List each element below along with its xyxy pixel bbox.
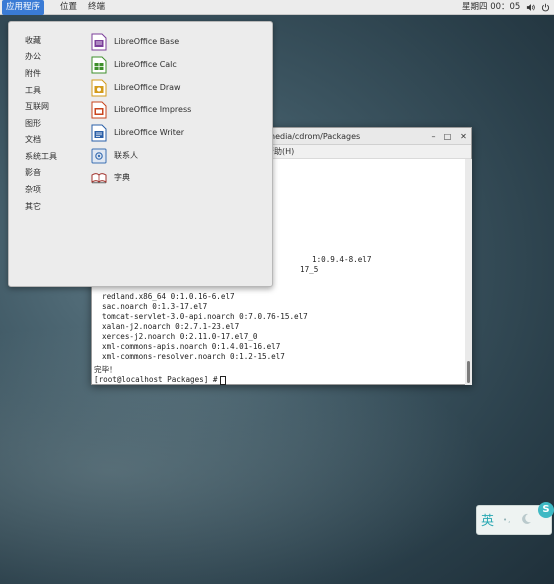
power-icon[interactable] bbox=[541, 3, 550, 12]
close-icon[interactable]: ✕ bbox=[458, 131, 469, 142]
scrollbar-thumb[interactable] bbox=[467, 361, 470, 383]
output-line: tomcat-servlet-3.0-api.noarch 0:7.0.76-1… bbox=[102, 312, 308, 321]
maximize-icon[interactable]: □ bbox=[442, 131, 453, 142]
category-utilities[interactable]: 工具 bbox=[25, 84, 41, 98]
category-system-tools[interactable]: 系统工具 bbox=[25, 150, 57, 164]
terminal-taskbar-item[interactable]: 终端 bbox=[84, 0, 109, 15]
contacts-icon bbox=[91, 148, 107, 164]
window-title: nedia/cdrom/Packages bbox=[270, 132, 361, 141]
top-panel: 应用程序 位置 终端 星期四 00：05 bbox=[0, 0, 554, 15]
libreoffice-base-icon bbox=[91, 33, 107, 51]
text-cursor bbox=[220, 375, 227, 385]
app-libreoffice-impress[interactable]: LibreOffice Impress bbox=[91, 100, 261, 120]
app-label: LibreOffice Calc bbox=[114, 60, 177, 69]
app-label: LibreOffice Writer bbox=[114, 128, 185, 137]
punctuation-icon[interactable]: •, bbox=[503, 516, 511, 524]
category-documents[interactable]: 文档 bbox=[25, 133, 41, 147]
app-label: 字典 bbox=[114, 173, 130, 182]
category-other[interactable]: 其它 bbox=[25, 200, 41, 214]
category-favorites[interactable]: 收藏 bbox=[25, 34, 41, 48]
app-dictionary[interactable]: 字典 bbox=[91, 168, 261, 188]
libreoffice-draw-icon bbox=[91, 79, 107, 97]
libreoffice-writer-icon bbox=[91, 124, 107, 142]
applications-menu: 收藏 办公 附件 工具 互联网 图形 文档 系统工具 影音 杂项 其它 Libr… bbox=[8, 21, 273, 287]
output-line: 1:0.9.4-8.el7 bbox=[312, 255, 372, 264]
app-label: LibreOffice Impress bbox=[114, 105, 192, 114]
prompt-symbol: # bbox=[212, 375, 218, 384]
moon-icon[interactable] bbox=[519, 512, 533, 526]
complete-message: 完毕！ bbox=[94, 365, 117, 374]
app-libreoffice-draw[interactable]: LibreOffice Draw bbox=[91, 78, 261, 98]
prompt-bracket-close: ] bbox=[203, 375, 209, 384]
dictionary-icon bbox=[91, 173, 107, 184]
applications-menu-button[interactable]: 应用程序 bbox=[2, 0, 45, 15]
output-line: xml-commons-apis.noarch 0:1.4.01-16.el7 bbox=[102, 342, 281, 351]
category-media[interactable]: 影音 bbox=[25, 166, 41, 180]
shell-prompt[interactable]: [root@localhost Packages] # bbox=[94, 375, 227, 385]
app-contacts[interactable]: 联系人 bbox=[91, 146, 261, 166]
category-graphics[interactable]: 图形 bbox=[25, 117, 41, 131]
app-libreoffice-base[interactable]: LibreOffice Base bbox=[91, 32, 261, 52]
app-label: 联系人 bbox=[114, 151, 138, 160]
output-line: sac.noarch 0:1.3-17.el7 bbox=[102, 302, 208, 311]
output-line: xalan-j2.noarch 0:2.7.1-23.el7 bbox=[102, 322, 240, 331]
libreoffice-calc-icon bbox=[91, 56, 107, 74]
category-accessories[interactable]: 附件 bbox=[25, 67, 41, 81]
app-libreoffice-calc[interactable]: LibreOffice Calc bbox=[91, 55, 261, 75]
minimize-icon[interactable]: – bbox=[428, 131, 439, 142]
input-mode-indicator[interactable]: 英 bbox=[481, 510, 494, 529]
output-line: 17_5 bbox=[300, 265, 319, 274]
category-internet[interactable]: 互联网 bbox=[25, 100, 49, 114]
category-misc[interactable]: 杂项 bbox=[25, 183, 41, 197]
output-line: redland.x86_64 0:1.0.16-6.el7 bbox=[102, 292, 235, 301]
category-office[interactable]: 办公 bbox=[25, 50, 41, 64]
volume-icon[interactable] bbox=[526, 3, 535, 12]
sogou-logo-icon[interactable]: S bbox=[538, 502, 554, 518]
app-label: LibreOffice Base bbox=[114, 37, 180, 46]
prompt-text: root@localhost Packages bbox=[98, 375, 204, 384]
output-line: xerces-j2.noarch 0:2.11.0-17.el7_0 bbox=[102, 332, 258, 341]
app-label: LibreOffice Draw bbox=[114, 83, 181, 92]
output-line: xml-commons-resolver.noarch 0:1.2-15.el7 bbox=[102, 352, 285, 361]
clock[interactable]: 星期四 00：05 bbox=[458, 0, 524, 15]
app-libreoffice-writer[interactable]: LibreOffice Writer bbox=[91, 123, 261, 143]
libreoffice-impress-icon bbox=[91, 101, 107, 119]
places-menu-button[interactable]: 位置 bbox=[56, 0, 81, 15]
terminal-scrollbar[interactable] bbox=[465, 159, 472, 385]
